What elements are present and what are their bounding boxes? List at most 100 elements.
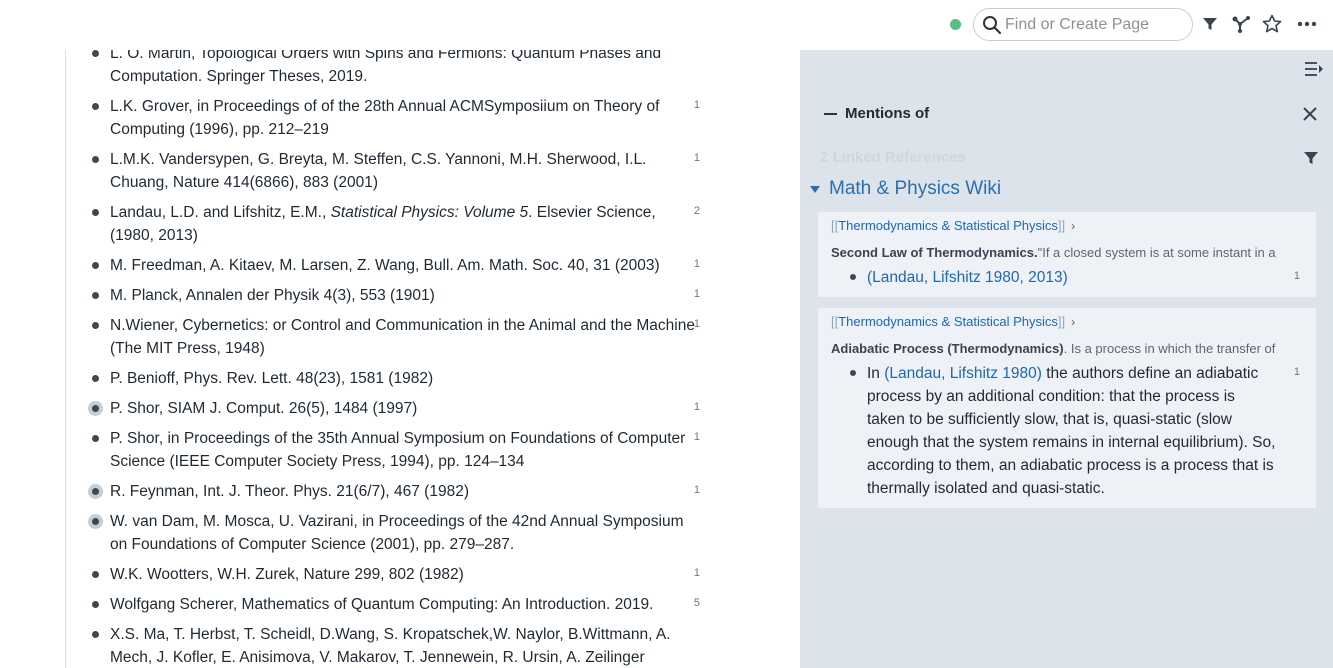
main-page-content: L. O. Martin, Topological Orders with Sp… [0, 50, 800, 668]
reference-item[interactable]: Landau, L.D. and Lifshitz, E.M., Statist… [90, 201, 710, 247]
bullet[interactable] [92, 156, 99, 163]
reference-count[interactable]: 1 [694, 283, 700, 306]
citation-link[interactable]: (Landau, Lifshitz 1980) [884, 365, 1042, 382]
bullet[interactable] [92, 601, 99, 608]
bullet[interactable] [92, 292, 99, 299]
reference-item[interactable]: Wolfgang Scherer, Mathematics of Quantum… [90, 593, 710, 616]
bullet[interactable] [92, 262, 99, 269]
reference-item[interactable]: R. Feynman, Int. J. Theor. Phys. 21(6/7)… [88, 479, 710, 503]
search-icon [983, 16, 1002, 35]
bullet[interactable] [92, 631, 99, 638]
reference-count[interactable]: 1 [694, 562, 700, 585]
citation-link[interactable]: (Landau, Lifshitz 1980, 2013) [867, 269, 1068, 286]
reference-count[interactable]: 1 [694, 479, 700, 502]
reference-item[interactable]: M. Planck, Annalen der Physik 4(3), 553 … [90, 284, 710, 307]
reference-count[interactable]: 1 [694, 147, 700, 170]
bullet[interactable] [850, 274, 856, 280]
reference-item[interactable]: W.K. Wootters, W.H. Zurek, Nature 299, 8… [90, 563, 710, 586]
chevron-right-icon: › [1071, 219, 1076, 233]
collapse-sidebar-icon [1305, 62, 1323, 76]
close-button[interactable] [1301, 105, 1319, 123]
reference-item[interactable]: N.Wiener, Cybernetics: or Control and Co… [90, 314, 710, 360]
reference-item[interactable]: L.M.K. Vandersypen, G. Breyta, M. Steffe… [90, 148, 710, 194]
breadcrumb[interactable]: [[Thermodynamics & Statistical Physics]]… [831, 314, 1302, 329]
context-rest: . Is a process in which the transfer of [1063, 341, 1276, 356]
context-text: Second Law of Thermodynamics."If a close… [831, 245, 1302, 260]
reference-list: L. O. Martin, Topological Orders with Sp… [88, 50, 710, 668]
references-filter-button[interactable] [1303, 150, 1319, 166]
reference-text: L. O. Martin, Topological Orders with Sp… [110, 50, 662, 85]
bullet[interactable] [88, 484, 103, 499]
reference-count[interactable]: 1 [694, 426, 700, 449]
close-icon [1303, 107, 1317, 121]
graph-icon [1232, 16, 1250, 33]
bullet[interactable] [92, 435, 99, 442]
collapse-sidebar-button[interactable] [1303, 60, 1327, 82]
reference-text: L.M.K. Vandersypen, G. Breyta, M. Steffe… [110, 151, 647, 191]
reference-text: N.Wiener, Cybernetics: or Control and Co… [110, 317, 695, 357]
bullet[interactable] [850, 370, 856, 376]
reference-title-italic: Statistical Physics: Volume 5 [330, 204, 529, 221]
bullet[interactable] [92, 571, 99, 578]
reference-item[interactable]: P. Shor, in Proceedings of the 35th Annu… [90, 427, 710, 473]
breadcrumb-link[interactable]: Thermodynamics & Statistical Physics [838, 314, 1058, 329]
reference-item[interactable]: W. van Dam, M. Mosca, U. Vazirani, in Pr… [88, 510, 710, 556]
referencing-page-header[interactable]: Math & Physics Wiki [810, 178, 1001, 200]
reference-item[interactable]: M. Freedman, A. Kitaev, M. Larsen, Z. Wa… [90, 254, 710, 277]
star-icon [1262, 14, 1282, 33]
reference-item[interactable]: L.K. Grover, in Proceedings of of the 28… [90, 95, 710, 141]
reference-count[interactable]: 1 [694, 94, 700, 117]
caret-down-icon [810, 185, 820, 193]
reference-text: L.K. Grover, in Proceedings of of the 28… [110, 98, 660, 138]
indent-guide [65, 50, 66, 668]
bullet[interactable] [92, 322, 99, 329]
reference-count[interactable]: 5 [694, 592, 700, 615]
bullet[interactable] [92, 103, 99, 110]
search-input[interactable] [1005, 16, 1185, 34]
reference-count[interactable]: 1 [694, 253, 700, 276]
referencing-page-link[interactable]: Math & Physics Wiki [829, 178, 1001, 200]
linked-references-count: 2 Linked References [820, 149, 966, 166]
reference-text: P. Shor, in Proceedings of the 35th Annu… [110, 430, 686, 470]
mentions-header[interactable]: Mentions of [824, 105, 929, 122]
reference-count[interactable]: 1 [1294, 265, 1300, 288]
bullet[interactable] [92, 50, 99, 57]
graph-view-button[interactable] [1230, 13, 1252, 35]
filter-icon [1304, 152, 1318, 164]
breadcrumb-link[interactable]: Thermodynamics & Statistical Physics [838, 218, 1058, 233]
reference-text: X.S. Ma, T. Herbst, T. Scheidl, D.Wang, … [110, 626, 671, 666]
reference-block[interactable]: In (Landau, Lifshitz 1980) the authors d… [831, 362, 1302, 500]
reference-text-pre: Landau, L.D. and Lifshitz, E.M., [110, 204, 331, 221]
reference-item[interactable]: X.S. Ma, T. Herbst, T. Scheidl, D.Wang, … [90, 623, 710, 668]
reference-count[interactable]: 1 [694, 313, 700, 336]
breadcrumb[interactable]: [[Thermodynamics & Statistical Physics]]… [831, 218, 1302, 233]
context-text: Adiabatic Process (Thermodynamics). Is a… [831, 341, 1302, 356]
reference-text: M. Planck, Annalen der Physik 4(3), 553 … [110, 287, 435, 304]
collapse-dash-icon [824, 112, 837, 115]
bullet[interactable] [92, 375, 99, 382]
reference-item[interactable]: P. Benioff, Phys. Rev. Lett. 48(23), 158… [90, 367, 710, 390]
reference-count[interactable]: 2 [694, 200, 700, 223]
block-text: (Landau, Lifshitz 1980, 2013) [867, 266, 1277, 289]
bracket-close: ]] [1057, 218, 1066, 233]
more-button[interactable] [1296, 13, 1318, 35]
context-heading: Adiabatic Process (Thermodynamics) [831, 341, 1064, 356]
reference-text: W.K. Wootters, W.H. Zurek, Nature 299, 8… [110, 566, 464, 583]
reference-block[interactable]: (Landau, Lifshitz 1980, 2013) 1 [831, 266, 1302, 289]
bullet[interactable] [92, 209, 99, 216]
search-box[interactable] [973, 8, 1193, 41]
star-button[interactable] [1261, 13, 1283, 35]
block-text: In (Landau, Lifshitz 1980) the authors d… [867, 362, 1277, 500]
reference-count[interactable]: 1 [1294, 361, 1300, 384]
filter-button[interactable] [1199, 13, 1221, 35]
reference-card: [[Thermodynamics & Statistical Physics]]… [818, 212, 1316, 297]
reference-count[interactable]: 1 [694, 396, 700, 419]
top-bar [0, 0, 1333, 50]
mentions-title: Mentions of [845, 105, 930, 122]
bullet[interactable] [88, 401, 103, 416]
bullet[interactable] [88, 514, 103, 529]
reference-item[interactable]: P. Shor, SIAM J. Comput. 26(5), 1484 (19… [88, 396, 710, 420]
chevron-right-icon: › [1071, 315, 1076, 329]
reference-item[interactable]: L. O. Martin, Topological Orders with Sp… [90, 50, 710, 88]
reference-text: Wolfgang Scherer, Mathematics of Quantum… [110, 596, 654, 613]
